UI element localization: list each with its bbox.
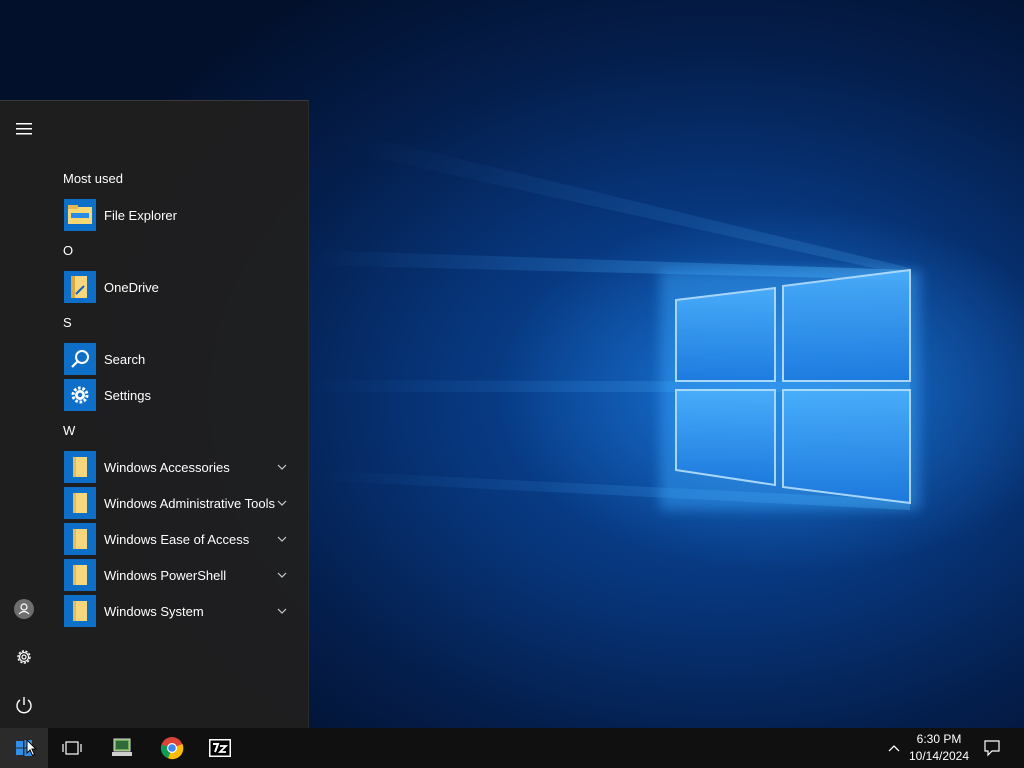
app-windows-administrative-tools[interactable]: Windows Administrative Tools — [56, 485, 301, 521]
app-windows-system[interactable]: Windows System — [56, 593, 301, 629]
this-pc-icon — [112, 738, 132, 756]
this-pc-taskbar-button[interactable] — [98, 728, 146, 768]
app-label: Windows Accessories — [104, 459, 230, 475]
hamburger-menu-button[interactable] — [0, 107, 48, 151]
clock-time: 6:30 PM — [916, 732, 962, 746]
chevron-down-icon[interactable] — [275, 460, 289, 474]
start-button[interactable] — [0, 728, 48, 768]
chrome-taskbar-button[interactable] — [148, 728, 196, 768]
app-windows-accessories[interactable]: Windows Accessories — [56, 449, 301, 485]
app-settings[interactable]: Settings — [56, 377, 301, 413]
power-button[interactable] — [0, 683, 48, 727]
all-apps-list: Most used File Explorer O OneDrive S Sea… — [56, 161, 301, 629]
mouse-cursor-icon — [26, 739, 38, 757]
search-icon — [71, 350, 89, 368]
chevron-down-icon[interactable] — [275, 496, 289, 510]
folder-icon — [73, 457, 87, 477]
settings-gear-icon — [17, 650, 31, 664]
7zip-taskbar-button[interactable] — [196, 728, 244, 768]
taskbar: 6:30 PM 10/14/2024 — [0, 728, 1024, 768]
app-label: OneDrive — [104, 279, 159, 295]
folder-icon — [73, 529, 87, 549]
chrome-icon — [160, 737, 184, 760]
section-header-s: S — [63, 315, 72, 330]
chevron-down-icon[interactable] — [275, 604, 289, 618]
app-label: Windows System — [104, 603, 204, 619]
settings-button[interactable] — [0, 635, 48, 679]
chevron-down-icon[interactable] — [275, 568, 289, 582]
folder-icon — [73, 493, 87, 513]
app-label: Settings — [104, 387, 151, 403]
onedrive-icon — [71, 276, 87, 298]
start-menu-rail — [0, 101, 48, 729]
user-account-button[interactable] — [0, 587, 48, 631]
folder-icon — [73, 565, 87, 585]
app-file-explorer[interactable]: File Explorer — [56, 197, 301, 233]
power-icon — [16, 697, 32, 714]
action-center-button[interactable] — [968, 728, 1016, 768]
app-onedrive[interactable]: OneDrive — [56, 269, 301, 305]
section-header-o: O — [63, 243, 74, 258]
app-label: Windows Ease of Access — [104, 531, 250, 547]
section-header-most-used: Most used — [63, 171, 123, 186]
taskbar-clock[interactable]: 6:30 PM 10/14/2024 — [906, 731, 972, 765]
task-view-button[interactable] — [48, 728, 96, 768]
file-explorer-icon — [68, 205, 92, 224]
section-header-w: W — [63, 423, 76, 438]
show-hidden-icons-chevron-icon — [888, 745, 900, 752]
app-windows-powershell[interactable]: Windows PowerShell — [56, 557, 301, 593]
user-account-icon — [14, 599, 34, 619]
action-center-notification-icon — [984, 740, 1000, 757]
app-label: File Explorer — [104, 207, 177, 223]
settings-gear-icon — [71, 386, 89, 404]
app-search[interactable]: Search — [56, 341, 301, 377]
app-windows-ease-of-access[interactable]: Windows Ease of Access — [56, 521, 301, 557]
start-menu: Most used File Explorer O OneDrive S Sea… — [0, 100, 309, 729]
task-view-icon — [62, 741, 82, 755]
folder-icon — [73, 601, 87, 621]
chevron-down-icon[interactable] — [275, 532, 289, 546]
hamburger-menu-icon — [16, 123, 32, 135]
app-label: Search — [104, 351, 146, 367]
clock-date: 10/14/2024 — [908, 749, 970, 763]
7zip-icon — [209, 739, 231, 757]
app-label: Windows PowerShell — [104, 567, 227, 583]
app-label: Windows Administrative Tools — [104, 495, 275, 511]
